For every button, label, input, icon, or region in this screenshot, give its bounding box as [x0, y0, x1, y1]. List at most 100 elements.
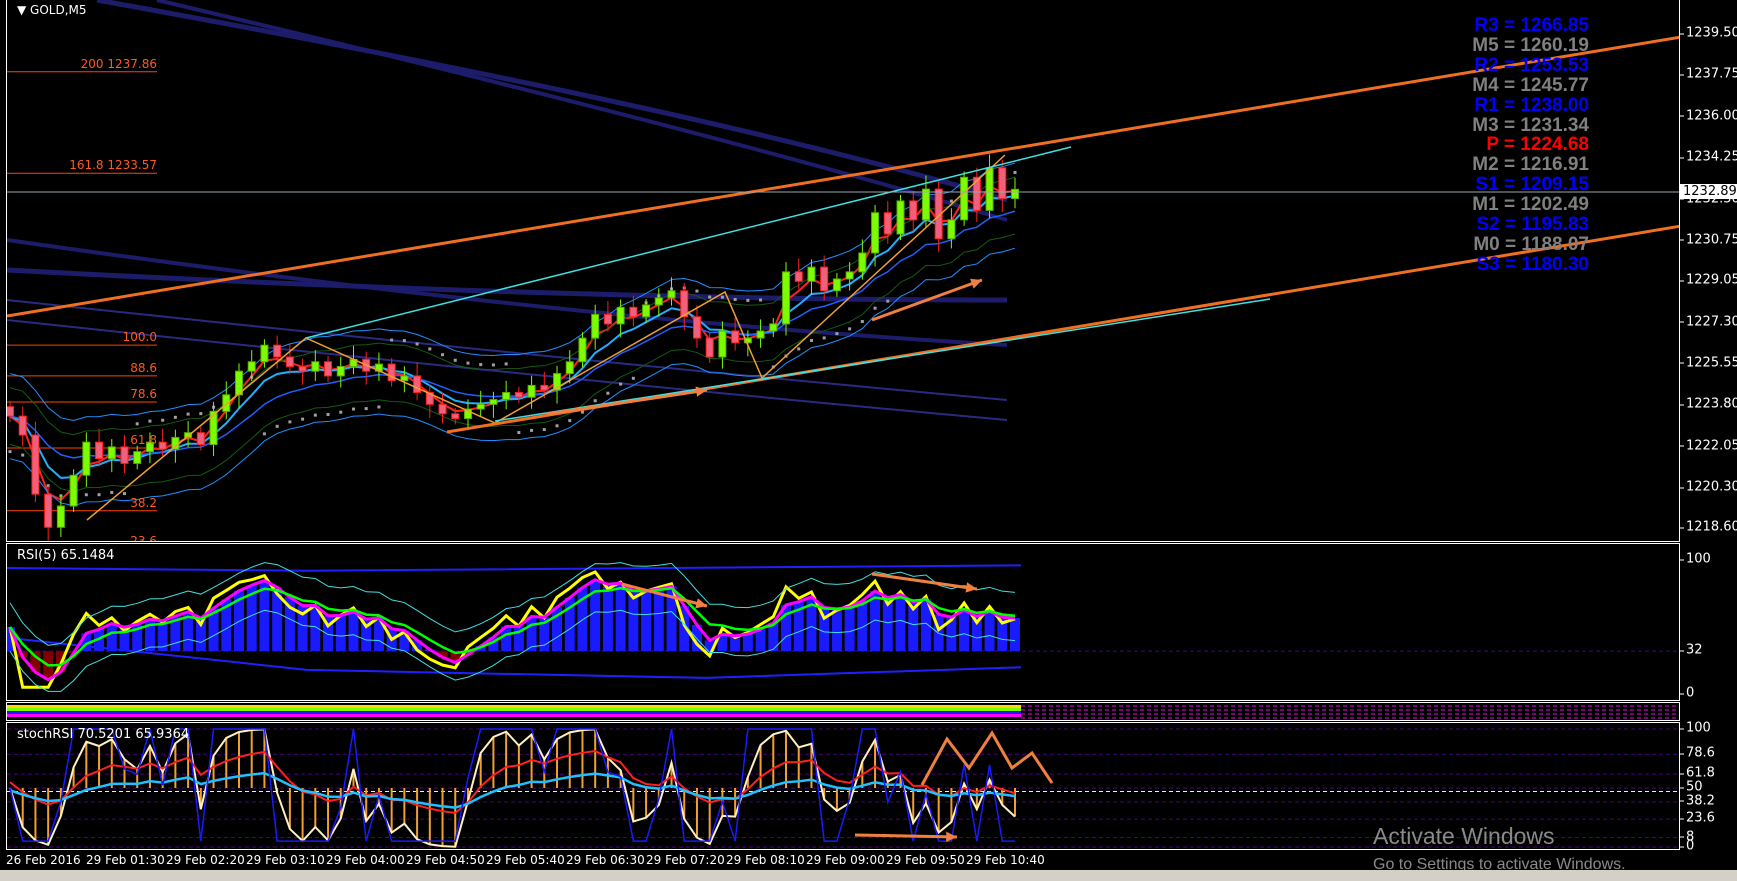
pivot-level-label: S2 = 1195.83: [1476, 214, 1589, 236]
candle-body: [514, 391, 523, 398]
rsi-label: RSI(5) 65.1484: [17, 548, 115, 563]
indicator-strip-pane[interactable]: [6, 702, 1680, 721]
sar-dot: [949, 199, 953, 203]
sar-dot: [199, 412, 203, 416]
rsi-histogram-bar: [984, 611, 995, 652]
sar-dot: [822, 336, 826, 340]
pivot-level-label: P = 1224.68: [1486, 134, 1589, 156]
sar-dot: [453, 358, 457, 362]
candle-body: [158, 441, 167, 450]
indicator-strip-svg: [7, 705, 1679, 719]
sar-dot: [504, 362, 508, 366]
candle-body: [69, 474, 78, 507]
pivot-level-label: M1 = 1202.49: [1472, 194, 1589, 216]
rsi-histogram-bar: [1010, 618, 1020, 652]
time-tick: 29 Feb 04:00: [326, 853, 405, 867]
pivot-level-label: R3 = 1266.85: [1474, 15, 1589, 36]
sar-dot: [593, 399, 597, 403]
chart-tabs-bar[interactable]: [0, 870, 1737, 881]
candle-body: [832, 278, 841, 292]
time-tick: 29 Feb 09:00: [806, 853, 885, 867]
fib-level-label: 23.6: [130, 533, 157, 542]
sar-dot: [288, 420, 292, 424]
pivot-level-label: M3 = 1231.34: [1472, 114, 1589, 136]
candle-body: [1011, 188, 1019, 200]
rsi-upper-band: [7, 564, 1022, 572]
sar-dot: [479, 363, 483, 367]
sar-dot: [568, 419, 572, 423]
rsi-axis: 100 32 0: [1679, 543, 1737, 701]
candle-body: [489, 399, 498, 405]
sar-dot: [441, 353, 445, 357]
sar-dot: [1013, 171, 1017, 175]
chart-title: ▼ GOLD,M5: [17, 3, 87, 17]
stoch-tick: 61.8: [1680, 765, 1715, 781]
sar-dot: [21, 453, 25, 457]
time-tick: 29 Feb 02:20: [166, 853, 245, 867]
rsi-pane[interactable]: RSI(5) 65.1484: [6, 543, 1680, 701]
candle-body: [56, 505, 65, 528]
candle-body: [578, 337, 587, 363]
rsi-histogram-bar: [844, 607, 855, 652]
time-tick: 29 Feb 06:30: [566, 853, 645, 867]
fib-level-label: 78.6: [130, 386, 157, 401]
price-tick: 1227.30: [1680, 314, 1737, 329]
time-tick: 29 Feb 10:40: [966, 853, 1045, 867]
price-tick: 1237.75: [1680, 67, 1737, 82]
sar-dot: [695, 289, 699, 293]
sar-dot: [720, 295, 724, 299]
stochrsi-label: stochRSI 70.5201 65.9364: [17, 727, 190, 742]
candle-body: [438, 403, 447, 415]
indicator-strip-band: [7, 705, 1021, 708]
candle-body: [336, 365, 345, 377]
sar-dot: [161, 418, 165, 422]
candle-body: [44, 493, 53, 528]
stoch-tick: 100: [1680, 720, 1711, 736]
candle-body: [654, 297, 663, 306]
sar-dot: [530, 428, 534, 432]
time-tick: 29 Feb 09:50: [886, 853, 965, 867]
sar-dot: [364, 407, 368, 411]
fib-level-label: 161.8 1233.57: [69, 158, 157, 173]
price-tick: 1234.25: [1680, 150, 1737, 165]
candle-body: [120, 446, 129, 464]
sar-dot: [835, 332, 839, 336]
sar-dot: [186, 412, 190, 416]
time-tick: 29 Feb 01:30: [86, 853, 165, 867]
candle-body: [629, 306, 638, 318]
candle-body: [921, 188, 930, 221]
sar-dot: [135, 422, 139, 426]
candle-body: [324, 361, 333, 377]
sar-dot: [848, 327, 852, 331]
moving-average-band: [7, 299, 1008, 401]
candle-body: [540, 384, 549, 391]
candle-body: [82, 441, 91, 476]
fib-level-label: 200 1237.86: [80, 56, 157, 71]
sar-dot: [97, 493, 101, 497]
price-chart-svg: [7, 0, 1679, 541]
price-tick: 1218.60: [1680, 520, 1737, 535]
sar-dot: [606, 391, 610, 395]
candle-body: [642, 304, 651, 318]
sar-dot: [8, 450, 12, 454]
candle-body: [413, 375, 422, 393]
candle-body: [451, 413, 460, 419]
sar-dot: [275, 424, 279, 428]
time-tick: 29 Feb 03:10: [246, 853, 325, 867]
candle-body: [769, 323, 778, 332]
stochrsi-axis: 100 78.6 61.8 50 38.2 23.6 8 0: [1679, 720, 1737, 854]
fib-level-label: 61.8: [130, 433, 157, 448]
sar-dot: [148, 419, 152, 423]
price-axis[interactable]: 1239.501237.751236.001234.251232.501230.…: [1680, 0, 1737, 542]
candle-body: [285, 356, 294, 367]
candle-body: [603, 313, 612, 325]
sar-dot: [542, 428, 546, 432]
candle-body: [845, 271, 854, 280]
rsi-histogram-bar: [615, 583, 626, 652]
time-tick: 29 Feb 07:20: [646, 853, 725, 867]
dropdown-triangle-icon[interactable]: ▼: [17, 3, 30, 17]
price-chart-pane[interactable]: ▼ GOLD,M5 200 1237.86 161.8 1233.57 100.0 8…: [6, 0, 1680, 542]
candle-body: [998, 167, 1007, 200]
sar-dot: [402, 339, 406, 343]
candle-body: [298, 365, 307, 372]
